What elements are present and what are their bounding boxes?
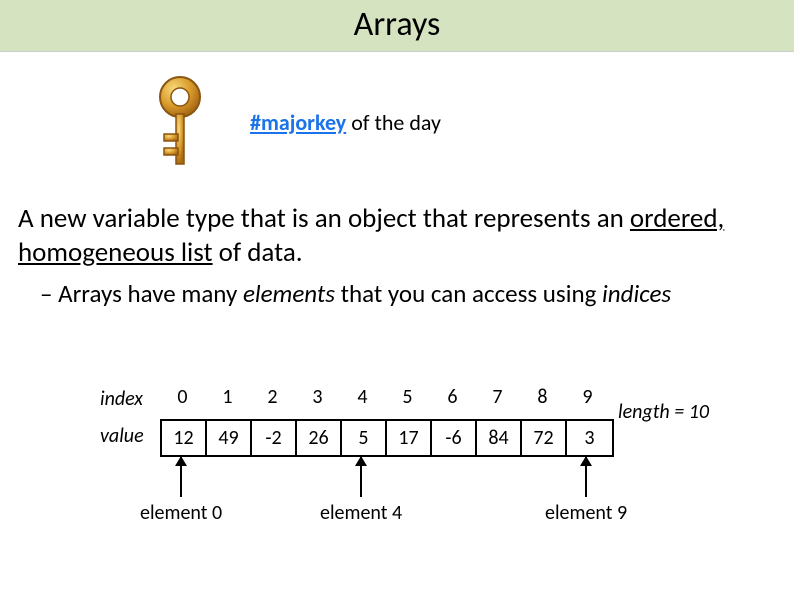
length-label: length = 10 xyxy=(618,400,709,424)
arrow-icon xyxy=(180,457,182,497)
hashtag-row: #majorkey of the day xyxy=(140,72,794,172)
index-cell: 1 xyxy=(205,385,250,413)
pointer-element-0: element 0 xyxy=(140,457,222,525)
element-pointers: element 0 element 4 element 9 xyxy=(100,457,740,537)
value-cell: -6 xyxy=(432,421,477,455)
title-bar: Arrays xyxy=(0,0,794,52)
pointer-element-9: element 9 xyxy=(545,457,627,525)
pointer-label-9: element 9 xyxy=(545,501,627,525)
index-cell: 5 xyxy=(385,385,430,413)
index-cell: 6 xyxy=(430,385,475,413)
hashtag-link[interactable]: #majorkey xyxy=(250,109,346,136)
value-cell: 26 xyxy=(297,421,342,455)
value-cell: 5 xyxy=(342,421,387,455)
pointer-label-4: element 4 xyxy=(320,501,402,525)
page-title: Arrays xyxy=(0,4,794,45)
subdesc-indices: indices xyxy=(602,278,671,309)
hashtag-text: #majorkey of the day xyxy=(250,109,441,136)
value-row-label: value xyxy=(100,419,160,457)
pointer-element-4: element 4 xyxy=(320,457,402,525)
subdesc-mid: that you can access using xyxy=(335,278,602,309)
value-cell: 17 xyxy=(387,421,432,455)
hashtag-suffix: of the day xyxy=(346,109,441,136)
index-cell: 4 xyxy=(340,385,385,413)
main-description: A new variable type that is an object th… xyxy=(0,202,794,270)
value-cell: -2 xyxy=(252,421,297,455)
subdesc-pre: – Arrays have many xyxy=(40,278,243,309)
desc-pre: A new variable type that is an object th… xyxy=(18,202,630,235)
arrow-icon xyxy=(585,457,587,497)
index-cell: 8 xyxy=(520,385,565,413)
pointer-label-0: element 0 xyxy=(140,501,222,525)
index-row-label: index xyxy=(100,385,160,413)
key-icon xyxy=(140,72,220,172)
index-cell: 0 xyxy=(160,385,205,413)
subdesc-elements: elements xyxy=(243,278,335,309)
arrow-icon xyxy=(360,457,362,497)
index-cell: 3 xyxy=(295,385,340,413)
value-cell: 12 xyxy=(162,421,207,455)
value-row: value 1249-226517-684723 length = 10 xyxy=(100,419,740,457)
desc-post: of data. xyxy=(213,236,303,269)
sub-description: – Arrays have many elements that you can… xyxy=(0,270,794,309)
value-cell: 49 xyxy=(207,421,252,455)
value-cell: 3 xyxy=(567,421,612,455)
index-cell: 7 xyxy=(475,385,520,413)
index-cell: 2 xyxy=(250,385,295,413)
array-diagram: index 0123456789 value 1249-226517-68472… xyxy=(100,385,740,537)
index-cell: 9 xyxy=(565,385,610,413)
value-cell: 84 xyxy=(477,421,522,455)
value-cell: 72 xyxy=(522,421,567,455)
